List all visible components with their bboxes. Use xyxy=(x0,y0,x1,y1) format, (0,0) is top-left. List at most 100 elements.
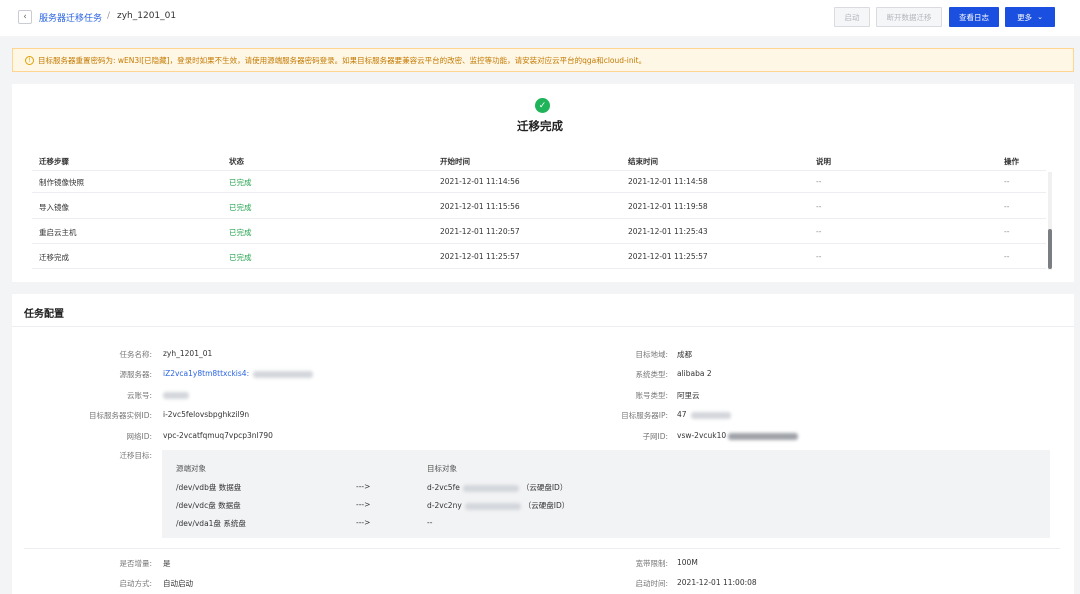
network-value: vpc-2vcatfqmuq7vpcp3nl790 xyxy=(163,431,273,440)
migration-target: -- xyxy=(427,518,433,527)
step-status: 已完成 xyxy=(229,178,252,187)
config-section-divider xyxy=(24,548,1060,549)
password-alert: ! 目标服务器重置密码为: wEN3l[已隐藏]，登录时如果不生效，请使用源端服… xyxy=(12,48,1074,72)
disconnect-button[interactable]: 断开数据迁移 xyxy=(876,7,942,27)
step-action: -- xyxy=(1004,202,1010,211)
redacted-blur xyxy=(464,502,521,510)
chevron-down-icon: ⌄ xyxy=(1037,13,1043,21)
migration-source: /dev/vda1盘 系统盘 xyxy=(176,519,246,528)
migration-target-id: d-2vc5fe xyxy=(427,483,460,492)
migration-target: d-2vc2ny （云硬盘ID） xyxy=(427,500,569,511)
migration-source: /dev/vdc盘 数据盘 xyxy=(176,501,241,510)
migration-arrow: ---> xyxy=(356,500,371,509)
breadcrumb-separator: / xyxy=(107,11,111,21)
table-header-divider xyxy=(32,170,1046,171)
col-header-start: 开始时间 xyxy=(440,157,470,166)
startup-mode-label: 启动方式: xyxy=(119,579,152,588)
col-header-step: 迁移步骤 xyxy=(39,157,69,166)
target-region-value: 成都 xyxy=(677,350,692,359)
config-card xyxy=(12,294,1074,594)
view-log-button[interactable]: 查看日志 xyxy=(949,7,999,27)
check-circle-icon: ✓ xyxy=(535,98,550,113)
migration-source-header: 源端对象 xyxy=(176,464,206,473)
subnet-value: vsw-2vcuk10 xyxy=(677,431,799,440)
redacted-blur xyxy=(253,370,314,378)
row-divider xyxy=(32,218,1046,219)
step-action: -- xyxy=(1004,177,1010,186)
more-button[interactable]: 更多 ⌄ xyxy=(1005,7,1055,27)
target-ip-value: 47 xyxy=(677,410,731,419)
step-name: 重启云主机 xyxy=(39,228,77,237)
step-name: 迁移完成 xyxy=(39,253,69,262)
step-end: 2021-12-01 11:14:58 xyxy=(628,177,708,186)
config-divider xyxy=(12,326,1074,327)
table-scrollbar-thumb[interactable] xyxy=(1048,229,1052,269)
subnet-text: vsw-2vcuk10 xyxy=(677,431,727,440)
step-status: 已完成 xyxy=(229,228,252,237)
migration-target-header: 目标对象 xyxy=(427,464,457,473)
migration-arrow: ---> xyxy=(356,518,371,527)
breadcrumb-parent[interactable]: 服务器迁移任务 xyxy=(39,11,102,24)
more-label: 更多 xyxy=(1017,12,1033,22)
step-note: -- xyxy=(816,227,822,236)
step-end: 2021-12-01 11:19:58 xyxy=(628,202,708,211)
col-header-note: 说明 xyxy=(816,157,831,166)
info-icon: ! xyxy=(25,55,34,65)
col-header-action: 操作 xyxy=(1004,157,1019,166)
migration-target-suffix: （云硬盘ID） xyxy=(521,483,568,492)
redacted-blur xyxy=(462,484,519,492)
migration-target-id: d-2vc2ny xyxy=(427,501,462,510)
redacted-blur xyxy=(690,411,731,419)
step-name: 制作镜像快照 xyxy=(39,178,84,187)
start-button[interactable]: 启动 xyxy=(834,7,870,27)
cloud-account-value xyxy=(163,390,189,399)
step-start: 2021-12-01 11:15:56 xyxy=(440,202,520,211)
migration-target-suffix: （云硬盘ID） xyxy=(523,501,570,510)
target-ip-text: 47 xyxy=(677,410,687,419)
startup-time-label: 启动时间: xyxy=(635,579,668,588)
system-type-label: 系统类型: xyxy=(635,370,668,379)
bandwidth-value: 100M xyxy=(677,558,698,567)
target-ip-label: 目标服务器IP: xyxy=(621,411,668,420)
step-end: 2021-12-01 11:25:57 xyxy=(628,252,708,261)
step-end: 2021-12-01 11:25:43 xyxy=(628,227,708,236)
step-name: 导入镜像 xyxy=(39,203,69,212)
target-instance-label: 目标服务器实例ID: xyxy=(88,411,152,420)
source-label: 源服务器: xyxy=(119,370,152,379)
row-divider xyxy=(32,192,1046,193)
cloud-account-label: 云账号: xyxy=(126,391,152,400)
network-label: 网络ID: xyxy=(126,432,152,441)
redacted-blur xyxy=(163,391,189,399)
account-type-label: 账号类型: xyxy=(635,391,668,400)
system-type-value: alibaba 2 xyxy=(677,369,712,378)
target-instance-value: i-2vc5felovsbpghkzil9n xyxy=(163,410,250,419)
bandwidth-label: 宽带限制: xyxy=(635,559,668,568)
col-header-status: 状态 xyxy=(229,157,244,166)
step-note: -- xyxy=(816,202,822,211)
step-note: -- xyxy=(816,252,822,261)
row-divider xyxy=(32,268,1046,269)
startup-time-value: 2021-12-01 11:00:08 xyxy=(677,578,757,587)
target-region-label: 目标地域: xyxy=(635,350,668,359)
alert-text: 目标服务器重置密码为: wEN3l[已隐藏]，登录时如果不生效，请使用源端服务器… xyxy=(38,55,647,65)
step-status: 已完成 xyxy=(229,253,252,262)
increment-label: 是否增量: xyxy=(119,559,152,568)
step-action: -- xyxy=(1004,227,1010,236)
source-value[interactable]: iZ2vca1y8tm8ttxckis4: xyxy=(163,369,314,378)
subnet-label: 子网ID: xyxy=(642,432,668,441)
migration-source: /dev/vdb盘 数据盘 xyxy=(176,483,242,492)
config-title: 任务配置 xyxy=(24,309,64,320)
account-type-value: 阿里云 xyxy=(677,391,700,400)
back-button[interactable]: ‹ xyxy=(18,10,32,24)
task-name-value: zyh_1201_01 xyxy=(163,349,213,358)
task-name-label: 任务名称: xyxy=(119,350,152,359)
col-header-end: 结束时间 xyxy=(628,157,658,166)
status-title: 迁移完成 xyxy=(517,119,563,133)
increment-value: 是 xyxy=(163,559,171,568)
step-start: 2021-12-01 11:25:57 xyxy=(440,252,520,261)
step-start: 2021-12-01 11:20:57 xyxy=(440,227,520,236)
startup-mode-value: 自动启动 xyxy=(163,579,193,588)
step-status: 已完成 xyxy=(229,203,252,212)
chevron-left-icon: ‹ xyxy=(23,11,27,22)
row-divider xyxy=(32,243,1046,244)
